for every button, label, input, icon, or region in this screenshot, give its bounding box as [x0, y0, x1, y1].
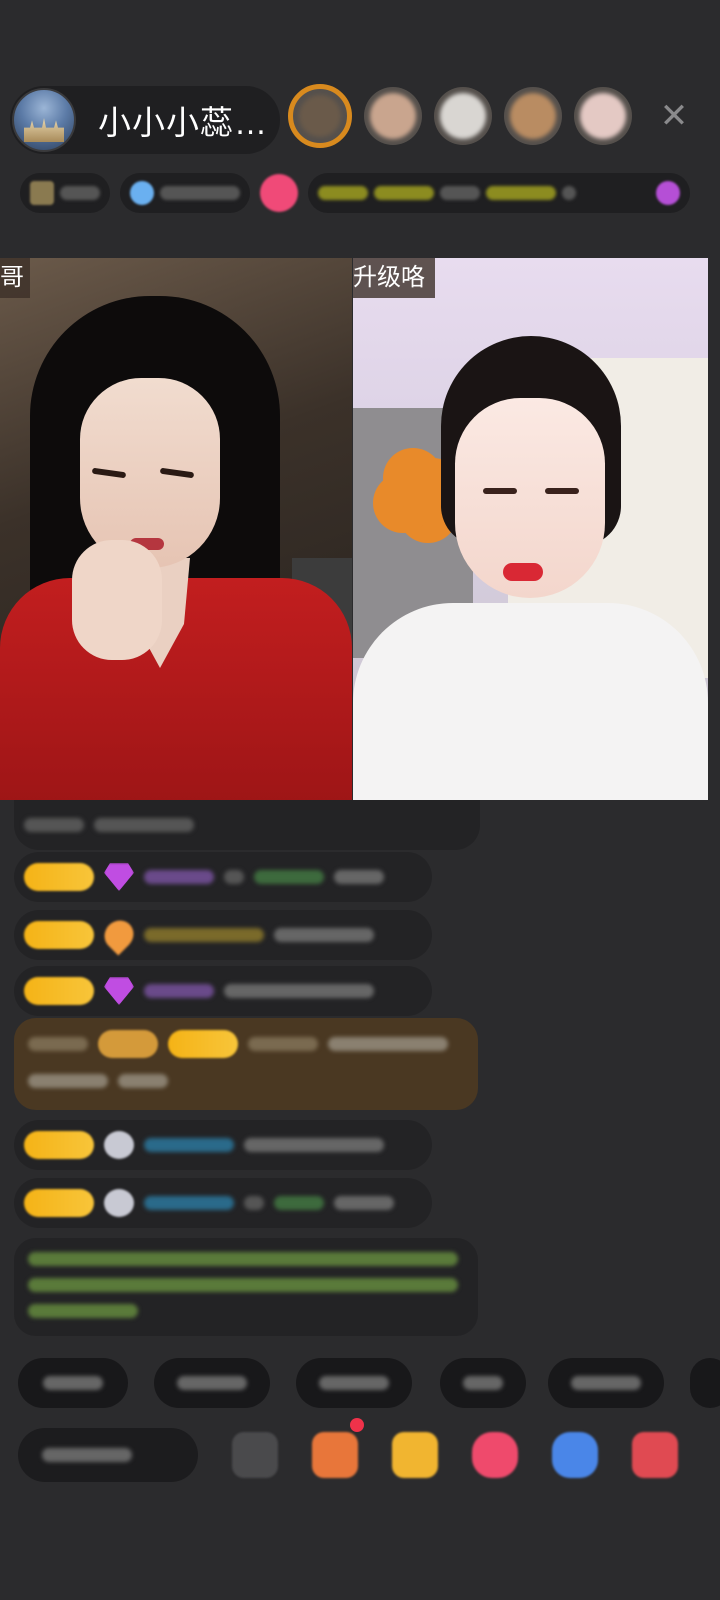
close-icon[interactable]: ✕	[656, 98, 692, 134]
quick-reply-row	[0, 1358, 720, 1412]
level-badge	[24, 977, 94, 1005]
level-badge	[24, 863, 94, 891]
quick-reply-button[interactable]	[154, 1358, 270, 1408]
quick-reply-button[interactable]	[690, 1358, 720, 1408]
viewer-avatar[interactable]	[288, 84, 352, 148]
viewer-avatar-list	[288, 84, 632, 148]
chat-input[interactable]	[18, 1428, 198, 1482]
notification-dot	[350, 1418, 364, 1432]
level-badge	[24, 1189, 94, 1217]
quick-reply-button[interactable]	[18, 1358, 128, 1408]
emoji-icon[interactable]	[232, 1432, 278, 1478]
chat-message[interactable]	[14, 910, 432, 960]
badge-icon	[98, 914, 140, 956]
controller-icon[interactable]	[552, 1432, 598, 1478]
quick-reply-button[interactable]	[440, 1358, 526, 1408]
chat-message[interactable]	[14, 1120, 432, 1170]
system-notice	[14, 1238, 478, 1336]
left-video-stream[interactable]: 哥	[0, 258, 352, 800]
avatar	[104, 1189, 134, 1217]
gift-message[interactable]	[14, 1018, 478, 1110]
game-icon[interactable]	[472, 1432, 518, 1478]
viewer-avatar[interactable]	[504, 87, 562, 145]
avatar	[104, 1131, 134, 1159]
viewer-avatar[interactable]	[364, 87, 422, 145]
host-avatar[interactable]	[12, 88, 76, 152]
quick-reply-button[interactable]	[548, 1358, 664, 1408]
package-icon[interactable]	[392, 1432, 438, 1478]
viewer-avatar[interactable]	[434, 87, 492, 145]
left-stream-badge: 哥	[0, 258, 30, 298]
viewer-avatar[interactable]	[574, 87, 632, 145]
level-badge	[24, 921, 94, 949]
chat-message[interactable]	[14, 800, 480, 850]
chat-message[interactable]	[14, 1178, 432, 1228]
chat-message[interactable]	[14, 852, 432, 902]
gift-box-icon[interactable]	[312, 1432, 358, 1478]
gift-icon	[656, 181, 680, 205]
rank-icon	[30, 181, 54, 205]
host-info-pill[interactable]: 小小小蕊…	[10, 86, 280, 154]
activity-chip[interactable]	[308, 173, 690, 213]
level-badge	[24, 1131, 94, 1159]
more-gift-icon[interactable]	[632, 1432, 678, 1478]
right-stream-badge: 升级咯	[353, 258, 435, 298]
room-info-row	[20, 170, 690, 216]
diamond-icon	[104, 977, 134, 1005]
host-name[interactable]: 小小小蕊…	[98, 96, 268, 144]
fans-icon	[130, 181, 154, 205]
right-video-stream[interactable]: 升级咯	[353, 258, 708, 800]
follow-button[interactable]	[260, 174, 298, 212]
live-room: 小小小蕊… ✕ 哥 升级咯	[0, 0, 720, 1600]
quick-reply-button[interactable]	[296, 1358, 412, 1408]
diamond-icon	[104, 863, 134, 891]
fans-chip[interactable]	[120, 173, 250, 213]
rank-chip[interactable]	[20, 173, 110, 213]
chat-message[interactable]	[14, 966, 432, 1016]
